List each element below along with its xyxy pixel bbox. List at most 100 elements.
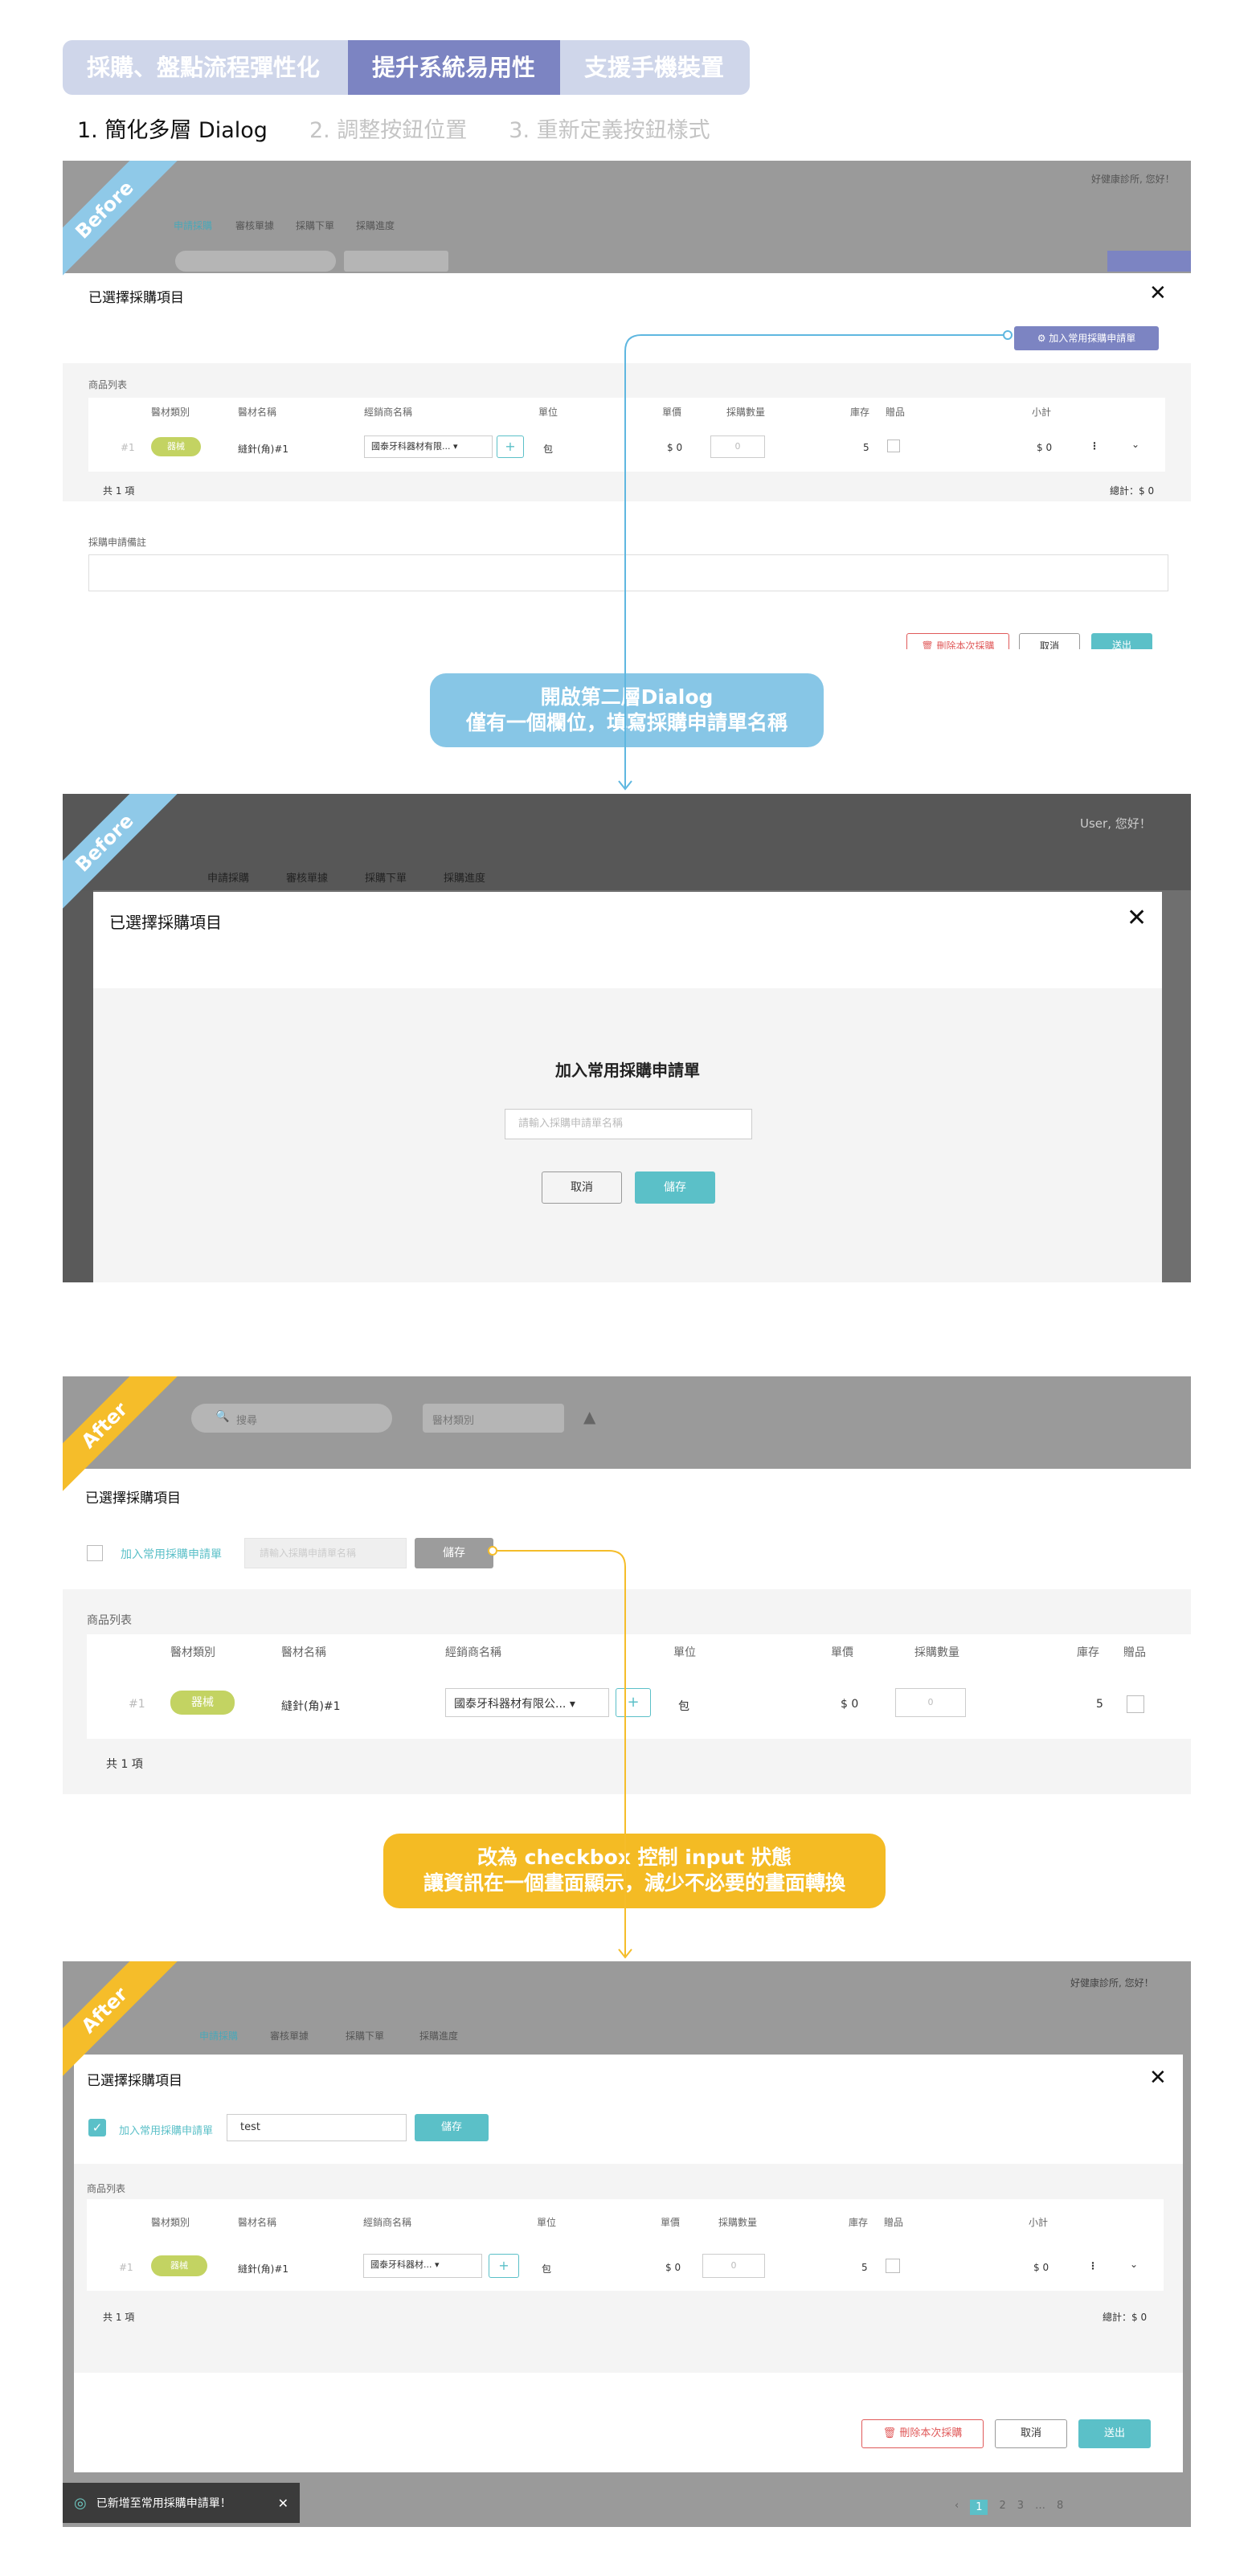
add-common-label: 加入常用採購申請單 xyxy=(121,1548,222,1561)
gear-icon: ⚙ xyxy=(1037,333,1049,344)
th-dealer: 經銷商名稱 xyxy=(445,1646,501,1659)
submit-button[interactable]: 送出 xyxy=(1091,633,1152,649)
add-common-checkbox[interactable] xyxy=(87,1545,103,1561)
trash-icon: 🗑 xyxy=(921,640,937,649)
nav-review: 審核單據 xyxy=(235,220,275,231)
grand-total: 總計：$ 0 xyxy=(1110,485,1155,497)
gift-checkbox[interactable] xyxy=(1127,1695,1144,1713)
feature-tabs: 採購、盤點流程彈性化 提升系統易用性 支援手機裝置 xyxy=(63,40,750,95)
chevron-down-icon[interactable]: ⌄ xyxy=(1130,2259,1138,2270)
tab-flexible-process[interactable]: 採購、盤點流程彈性化 xyxy=(63,40,348,95)
add-common-checkbox[interactable]: ✓ xyxy=(88,2119,106,2136)
plus-icon: + xyxy=(505,439,516,454)
add-dealer-button[interactable]: + xyxy=(489,2254,519,2278)
step-1[interactable]: 1. 簡化多層 Dialog xyxy=(77,112,268,144)
plus-icon: + xyxy=(498,2258,509,2273)
callout-checkbox: 改為 checkbox 控制 input 狀態 讓資訊在一個畫面顯示，減少不必要… xyxy=(383,1834,886,1908)
row-price: $ 0 xyxy=(841,1698,859,1711)
step-2[interactable]: 2. 調整按鈕位置 xyxy=(309,112,467,144)
caret-down-icon: ▾ xyxy=(453,441,458,452)
dealer-select-value: 國泰牙科器材... xyxy=(370,2259,432,2270)
subdialog-save-button[interactable]: 儲存 xyxy=(635,1171,715,1204)
delete-purchase-button[interactable]: 🗑 刪除本次採購 xyxy=(906,633,1009,649)
th-gift: 贈品 xyxy=(884,2217,904,2228)
row-name: 縫針(角)#1 xyxy=(238,2263,289,2275)
qty-input[interactable]: 0 xyxy=(895,1688,966,1717)
th-category: 醫材類別 xyxy=(170,1646,215,1659)
pagination: ‹ 1 2 3 … 8 xyxy=(955,2500,1063,2515)
nav-apply: 申請採購 xyxy=(199,2030,239,2042)
request-name-input[interactable]: 請輸入採購申請單名稱 xyxy=(505,1109,752,1139)
note-textarea[interactable] xyxy=(88,554,1168,591)
qty-input[interactable]: 0 xyxy=(702,2254,765,2278)
add-dealer-button[interactable]: + xyxy=(616,1688,651,1717)
cancel-button[interactable]: 取消 xyxy=(995,2419,1067,2448)
row-price: $ 0 xyxy=(665,2262,681,2273)
request-name-input[interactable]: 請輸入採購申請單名稱 xyxy=(244,1538,407,1568)
greeting: 好健康診所, 您好！ xyxy=(1070,1977,1154,1989)
close-icon[interactable]: ✕ xyxy=(1149,2067,1167,2088)
nav-order: 採購下單 xyxy=(365,873,407,885)
selected-items-dialog: 已選擇採購項目 ✕ ⚙ 加入常用採購申請單 商品列表 醫材類別 醫材名稱 經銷商… xyxy=(63,273,1191,649)
th-name: 醫材名稱 xyxy=(238,407,277,418)
screenshot-before-2: Before User, 您好！ 申請採購 審核單據 採購下單 採購進度 已選擇… xyxy=(63,794,1191,1282)
backdrop-add-common xyxy=(1107,251,1191,272)
item-count: 共 1 項 xyxy=(106,1758,143,1771)
dealer-select[interactable]: 國泰牙科器材有限... ▾ xyxy=(364,435,493,458)
selected-items-dialog: 已選擇採購項目 ✕ 加入常用採購申請單 請輸入採購申請單名稱 取消 儲存 xyxy=(93,892,1162,1282)
tab-mobile[interactable]: 支援手機裝置 xyxy=(560,40,750,95)
save-button[interactable]: 儲存 xyxy=(415,2114,489,2141)
trash-icon: 🗑 xyxy=(882,2427,900,2439)
category-tag: 器械 xyxy=(170,1691,235,1715)
chevron-down-icon[interactable]: ⌄ xyxy=(1131,439,1139,450)
note-label: 採購申請備註 xyxy=(88,537,147,548)
save-button[interactable]: 儲存 xyxy=(415,1538,493,1568)
delete-purchase-button[interactable]: 🗑 刪除本次採購 xyxy=(861,2419,984,2448)
tab-usability[interactable]: 提升系統易用性 xyxy=(348,40,560,95)
page-1[interactable]: 1 xyxy=(970,2500,988,2515)
subdialog-title: 加入常用採購申請單 xyxy=(555,1061,700,1080)
page-ellipsis: … xyxy=(1035,2500,1046,2512)
dealer-select-value: 國泰牙科器材有限公... xyxy=(454,1698,567,1711)
close-icon[interactable]: ✕ xyxy=(278,2496,288,2511)
nav-progress: 採購進度 xyxy=(419,2030,459,2042)
add-common-request-button[interactable]: ⚙ 加入常用採購申請單 xyxy=(1014,326,1159,350)
add-dealer-button[interactable]: + xyxy=(497,435,524,458)
add-common-label: 加入常用採購申請單 xyxy=(119,2125,214,2137)
page-3[interactable]: 3 xyxy=(1017,2500,1024,2515)
dialog-title: 已選擇採購項目 xyxy=(87,2073,182,2089)
step-3[interactable]: 3. 重新定義按鈕樣式 xyxy=(509,112,710,144)
qty-input[interactable]: 0 xyxy=(710,435,765,458)
page-2[interactable]: 2 xyxy=(999,2500,1005,2515)
nav-review: 審核單據 xyxy=(270,2030,309,2042)
more-vertical-icon[interactable]: ⋮ xyxy=(1088,2260,1098,2271)
nav-progress: 採購進度 xyxy=(444,873,486,885)
row-index: #1 xyxy=(119,2262,133,2273)
dealer-select[interactable]: 國泰牙科器材有限公... ▾ xyxy=(445,1688,609,1717)
request-name-input[interactable]: test xyxy=(227,2114,407,2141)
th-unit: 單位 xyxy=(537,2217,557,2228)
selected-items-dialog: 已選擇採購項目 ✕ ✓ 加入常用採購申請單 test 儲存 商品列表 醫材類別 … xyxy=(74,2055,1183,2472)
cancel-button[interactable]: 取消 xyxy=(1019,633,1080,649)
prev-page-icon[interactable]: ‹ xyxy=(955,2500,959,2515)
caret-down-icon: ▾ xyxy=(435,2259,440,2270)
th-stock: 庫存 xyxy=(850,407,870,418)
th-name: 醫材名稱 xyxy=(281,1646,326,1659)
dialog-title: 已選擇採購項目 xyxy=(85,1490,181,1507)
dealer-select[interactable]: 國泰牙科器材... ▾ xyxy=(363,2254,482,2278)
subdialog-cancel-button[interactable]: 取消 xyxy=(542,1171,622,1204)
th-price: 單價 xyxy=(831,1646,853,1659)
plus-icon: + xyxy=(627,1694,640,1711)
screenshot-after-2: After 好健康診所, 您好！ 申請採購 審核單據 採購下單 採購進度 已選擇… xyxy=(63,1961,1191,2527)
submit-button[interactable]: 送出 xyxy=(1078,2419,1151,2448)
gift-checkbox[interactable] xyxy=(886,2259,900,2273)
row-unit: 包 xyxy=(542,2263,552,2275)
delete-purchase-label: 刪除本次採購 xyxy=(899,2427,963,2439)
close-icon[interactable]: ✕ xyxy=(1127,906,1147,930)
product-list-label: 商品列表 xyxy=(87,1614,132,1627)
row-subtotal: $ 0 xyxy=(1037,442,1053,453)
gift-checkbox[interactable] xyxy=(887,440,900,452)
more-vertical-icon[interactable]: ⋮ xyxy=(1090,440,1099,452)
close-icon[interactable]: ✕ xyxy=(1149,283,1167,304)
page-8[interactable]: 8 xyxy=(1057,2500,1063,2515)
